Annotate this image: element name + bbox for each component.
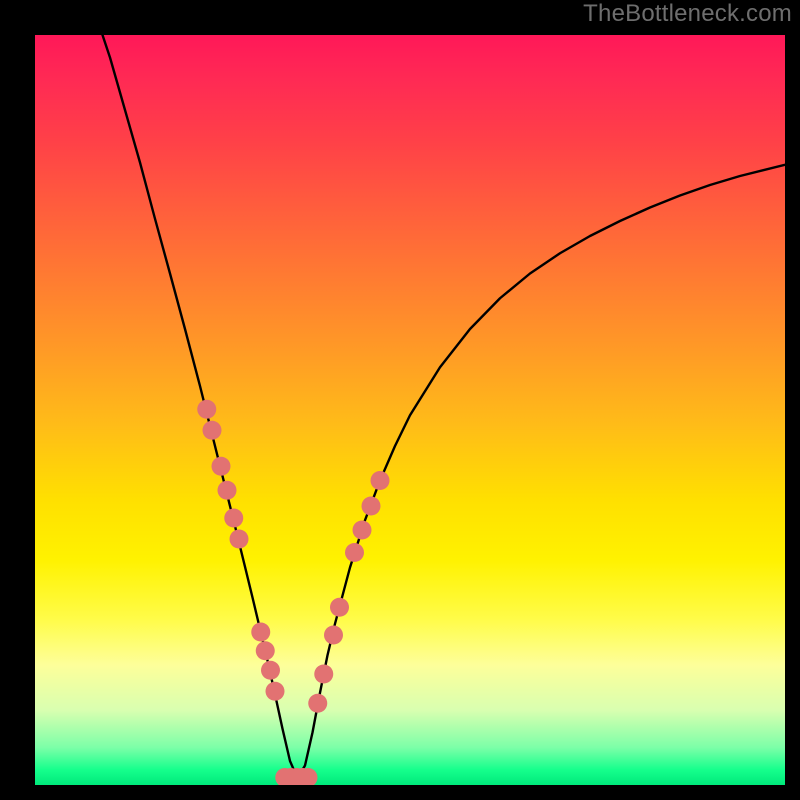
frame: TheBottleneck.com (0, 0, 800, 800)
right-arm-dots-dot (345, 543, 364, 562)
right-arm-dots-dot (330, 598, 349, 617)
plot-area (35, 35, 785, 785)
watermark-text: TheBottleneck.com (583, 0, 792, 28)
left-arm-dots-dot (224, 509, 243, 528)
right-arm-dots-dot (308, 694, 327, 713)
left-arm-dots-dot (212, 457, 231, 476)
left-arm-dots-dot (261, 661, 280, 680)
dots-group (197, 400, 389, 785)
left-arm-dots-dot (197, 400, 216, 419)
left-arm-dots-dot (203, 421, 222, 440)
plot-svg (35, 35, 785, 785)
right-arm-dots-dot (371, 471, 390, 490)
left-arm-dots-dot (218, 481, 237, 500)
left-arm-dots-dot (230, 530, 249, 549)
right-arm-dots-dot (324, 626, 343, 645)
right-arm-dots-dot (314, 665, 333, 684)
right-arm-dots-dot (362, 497, 381, 516)
right-arm-dots-dot (353, 521, 372, 540)
left-arm-dots-dot (266, 682, 285, 701)
left-arm-dots-dot (251, 623, 270, 642)
left-arm-dots-dot (256, 641, 275, 660)
